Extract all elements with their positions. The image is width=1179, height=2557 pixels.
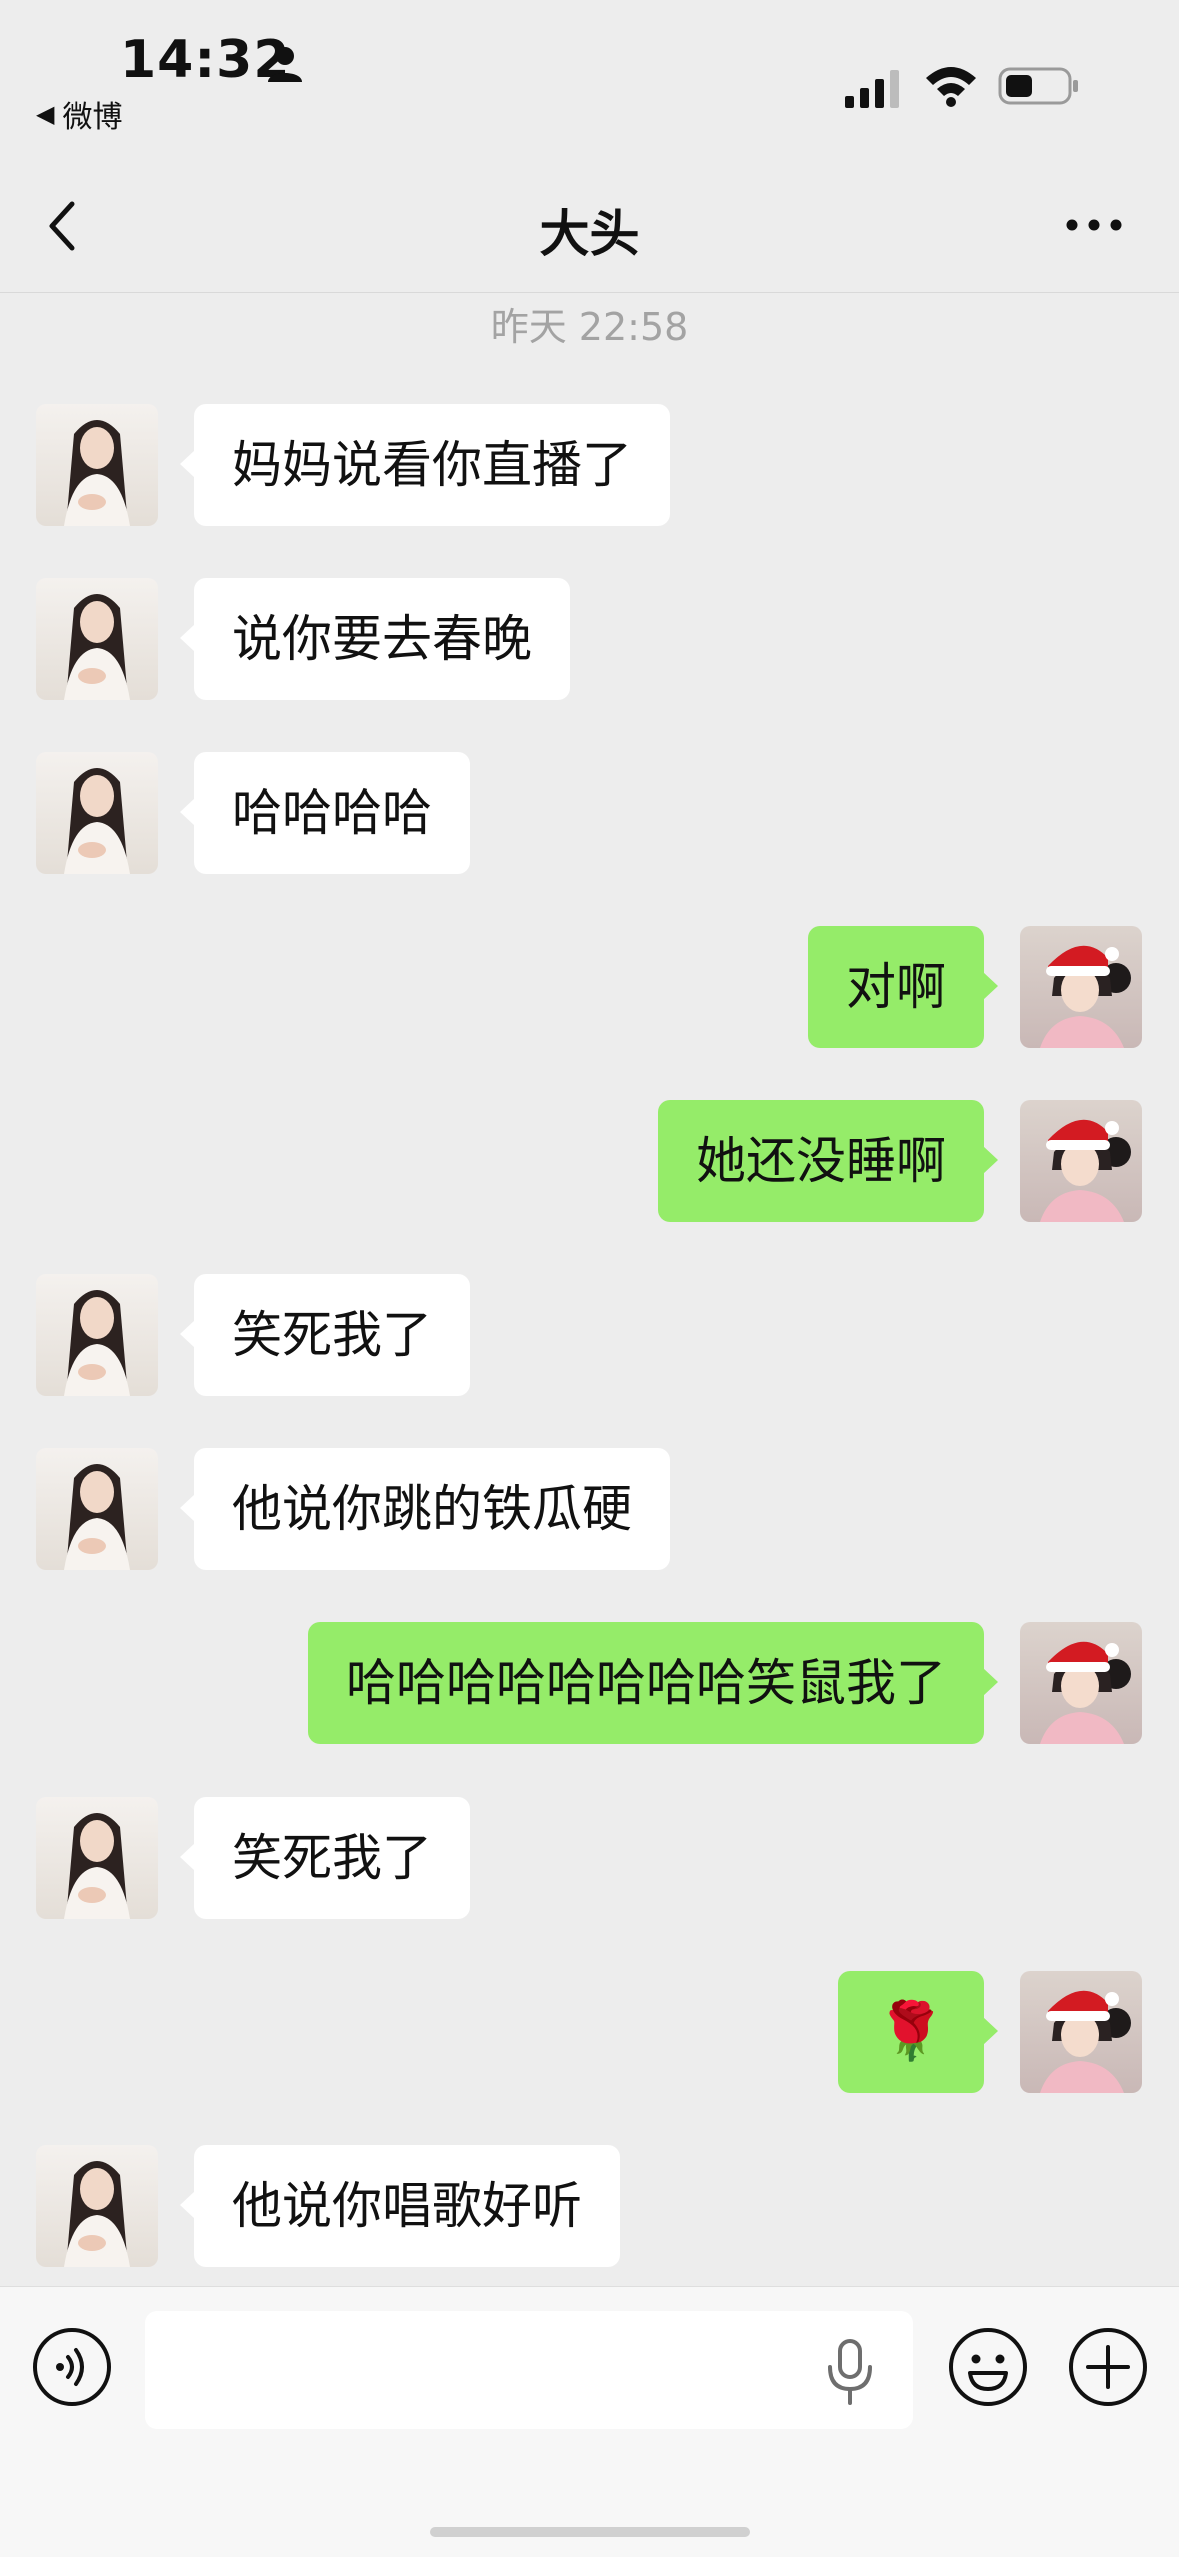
wifi-icon [926,67,976,107]
contact-avatar[interactable] [36,752,158,874]
received-message-bubble[interactable]: 妈妈说看你直播了 [180,404,670,526]
mic-icon[interactable] [822,2337,878,2407]
sent-message-bubble[interactable]: 哈哈哈哈哈哈哈哈笑鼠我了 [308,1622,998,1744]
emoji-icon[interactable] [948,2327,1028,2407]
back-to-app-link[interactable]: ◀ 微博 [36,92,122,136]
contact-avatar[interactable] [36,2145,158,2267]
received-message-bubble[interactable]: 他说你跳的铁瓜硬 [180,1448,670,1570]
plus-icon[interactable] [1068,2327,1148,2407]
my-avatar[interactable] [1020,1622,1142,1744]
contact-avatar[interactable] [36,404,158,526]
received-message-bubble[interactable]: 说你要去春晚 [180,578,570,700]
my-avatar[interactable] [1020,1100,1142,1222]
message-row: 哈哈哈哈哈哈哈哈笑鼠我了 [0,1622,1179,1746]
received-message-bubble[interactable]: 哈哈哈哈 [180,752,470,874]
sent-message-bubble[interactable]: 🌹 [838,1971,998,2093]
message-row: 他说你唱歌好听 [0,2145,1179,2269]
message-row: 笑死我了 [0,1797,1179,1921]
chat-header: 大头 [0,150,1179,293]
sent-message-bubble[interactable]: 她还没睡啊 [658,1100,998,1222]
message-row: 他说你跳的铁瓜硬 [0,1448,1179,1572]
home-indicator[interactable] [430,2527,750,2537]
contact-avatar[interactable] [36,1274,158,1396]
back-triangle-icon: ◀ [36,100,55,128]
message-row: 对啊 [0,926,1179,1050]
person-icon [268,47,302,82]
message-input[interactable] [145,2311,913,2429]
sent-message-bubble[interactable]: 对啊 [808,926,998,1048]
message-row: 她还没睡啊 [0,1100,1179,1224]
my-avatar[interactable] [1020,1971,1142,2093]
status-bar: 14:32 ◀ 微博 [0,0,1179,150]
signal-icon [845,70,899,108]
message-row: 笑死我了 [0,1274,1179,1398]
contact-avatar[interactable] [36,1448,158,1570]
received-message-bubble[interactable]: 他说你唱歌好听 [180,2145,620,2267]
contact-avatar[interactable] [36,1797,158,1919]
more-icon[interactable] [1060,210,1140,240]
battery-icon [998,67,1078,105]
voice-icon[interactable] [32,2327,112,2407]
contact-avatar[interactable] [36,578,158,700]
back-app-label: 微博 [62,100,123,135]
message-row: 🌹 [0,1971,1179,2095]
message-row: 哈哈哈哈 [0,752,1179,876]
chat-input-bar [0,2286,1179,2557]
my-avatar[interactable] [1020,926,1142,1048]
message-row: 说你要去春晚 [0,578,1179,702]
chat-title: 大头 [539,205,640,263]
message-row: 妈妈说看你直播了 [0,404,1179,528]
received-message-bubble[interactable]: 笑死我了 [180,1274,470,1396]
received-message-bubble[interactable]: 笑死我了 [180,1797,470,1919]
message-timestamp: 昨天 22:58 [490,305,689,349]
